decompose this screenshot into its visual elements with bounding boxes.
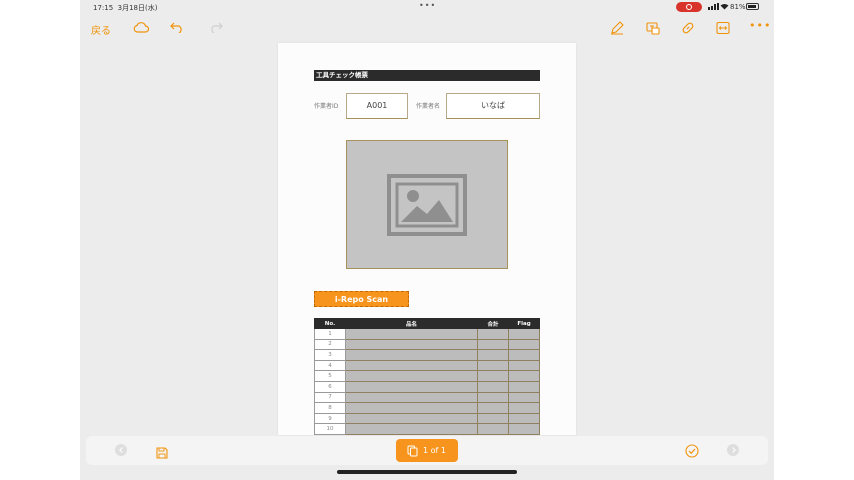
row-number: 10: [314, 423, 346, 435]
signal-icon: [708, 3, 719, 10]
table-row: 1: [314, 328, 540, 340]
home-indicator[interactable]: [337, 470, 517, 474]
ipad-screen: 17:15 3月18日(水) ••• 81% 戻る ••• 工具チェック帳票 作…: [80, 0, 774, 480]
item-name-cell[interactable]: [345, 370, 478, 382]
next-page-icon[interactable]: [727, 444, 739, 456]
total-cell[interactable]: [477, 328, 509, 340]
total-cell[interactable]: [477, 338, 509, 351]
cloud-icon[interactable]: [133, 22, 149, 33]
total-cell[interactable]: [477, 423, 509, 435]
form-title: 工具チェック帳票: [314, 70, 540, 81]
item-name-cell[interactable]: [345, 412, 478, 425]
text-insert-icon[interactable]: [646, 21, 660, 35]
back-button[interactable]: 戻る: [91, 22, 111, 37]
flag-cell[interactable]: [508, 349, 540, 361]
pages-icon: [407, 445, 418, 457]
wifi-icon: [720, 3, 729, 12]
tool-table: No. 品名 合計 Flag 1 2 3 4 5 6 7 8 9 10: [314, 318, 540, 435]
table-row: 6: [314, 380, 540, 393]
checkmark-icon[interactable]: [685, 443, 699, 462]
total-cell[interactable]: [477, 370, 509, 382]
worker-id-label: 作業者ID: [314, 103, 339, 110]
row-number: 8: [314, 402, 346, 414]
column-header-no: No.: [314, 318, 346, 329]
row-number: 2: [314, 338, 346, 351]
bottom-toolbar: 1 of 1: [86, 436, 768, 465]
battery-icon: [746, 3, 759, 10]
item-name-cell[interactable]: [345, 423, 478, 435]
flag-cell[interactable]: [508, 380, 540, 393]
worker-name-field[interactable]: いなば: [446, 93, 540, 119]
table-row: 8: [314, 402, 540, 414]
worker-id-field[interactable]: A001: [346, 93, 408, 119]
item-name-cell[interactable]: [345, 391, 478, 404]
link-icon[interactable]: [681, 21, 695, 35]
column-header-total: 合計: [477, 318, 509, 329]
flag-cell[interactable]: [508, 423, 540, 435]
row-number: 3: [314, 349, 346, 361]
total-cell[interactable]: [477, 380, 509, 393]
flag-cell[interactable]: [508, 391, 540, 404]
photo-field[interactable]: [346, 140, 508, 269]
row-number: 5: [314, 370, 346, 382]
table-row: 2: [314, 338, 540, 351]
item-name-cell[interactable]: [345, 402, 478, 414]
row-number: 7: [314, 391, 346, 404]
status-time: 17:15 3月18日(水): [93, 4, 158, 12]
row-number: 9: [314, 412, 346, 425]
flag-cell[interactable]: [508, 412, 540, 425]
column-header-item: 品名: [345, 318, 478, 329]
item-name-cell[interactable]: [345, 328, 478, 340]
item-name-cell[interactable]: [345, 380, 478, 393]
item-name-cell[interactable]: [345, 338, 478, 351]
item-name-cell[interactable]: [345, 349, 478, 361]
row-number: 1: [314, 328, 346, 340]
previous-page-icon[interactable]: [115, 444, 127, 456]
save-icon[interactable]: [156, 444, 168, 463]
screen-record-icon: [676, 2, 702, 12]
table-row: 3: [314, 349, 540, 361]
pen-icon[interactable]: [610, 21, 624, 35]
flag-cell[interactable]: [508, 328, 540, 340]
table-row: 7: [314, 391, 540, 404]
more-icon[interactable]: •••: [749, 19, 771, 32]
table-row: 9: [314, 412, 540, 425]
row-number: 6: [314, 380, 346, 393]
irepo-scan-button[interactable]: i-Repo Scan: [314, 291, 409, 307]
table-row: 4: [314, 359, 540, 372]
total-cell[interactable]: [477, 391, 509, 404]
total-cell[interactable]: [477, 412, 509, 425]
total-cell[interactable]: [477, 349, 509, 361]
column-header-flag: Flag: [508, 318, 540, 329]
row-number: 4: [314, 359, 346, 372]
worker-name-label: 作業者名: [416, 103, 441, 110]
flag-cell[interactable]: [508, 402, 540, 414]
total-cell[interactable]: [477, 359, 509, 372]
flag-cell[interactable]: [508, 359, 540, 372]
flag-cell[interactable]: [508, 338, 540, 351]
battery-percent: 81%: [730, 3, 746, 11]
redo-icon[interactable]: [209, 21, 223, 33]
document-page: 工具チェック帳票 作業者ID A001 作業者名 いなば i-Repo Scan…: [278, 43, 576, 435]
top-toolbar: 戻る •••: [80, 16, 774, 42]
image-placeholder-icon: [387, 174, 467, 236]
page-indicator-button[interactable]: 1 of 1: [396, 439, 458, 462]
item-name-cell[interactable]: [345, 359, 478, 372]
multitask-dots-icon[interactable]: •••: [419, 1, 436, 10]
total-cell[interactable]: [477, 402, 509, 414]
status-bar: 17:15 3月18日(水) ••• 81%: [80, 0, 774, 14]
fit-width-icon[interactable]: [716, 21, 730, 35]
table-row: 10: [314, 423, 540, 435]
page-indicator-text: 1 of 1: [423, 446, 446, 455]
undo-icon[interactable]: [170, 21, 184, 33]
flag-cell[interactable]: [508, 370, 540, 382]
table-row: 5: [314, 370, 540, 382]
